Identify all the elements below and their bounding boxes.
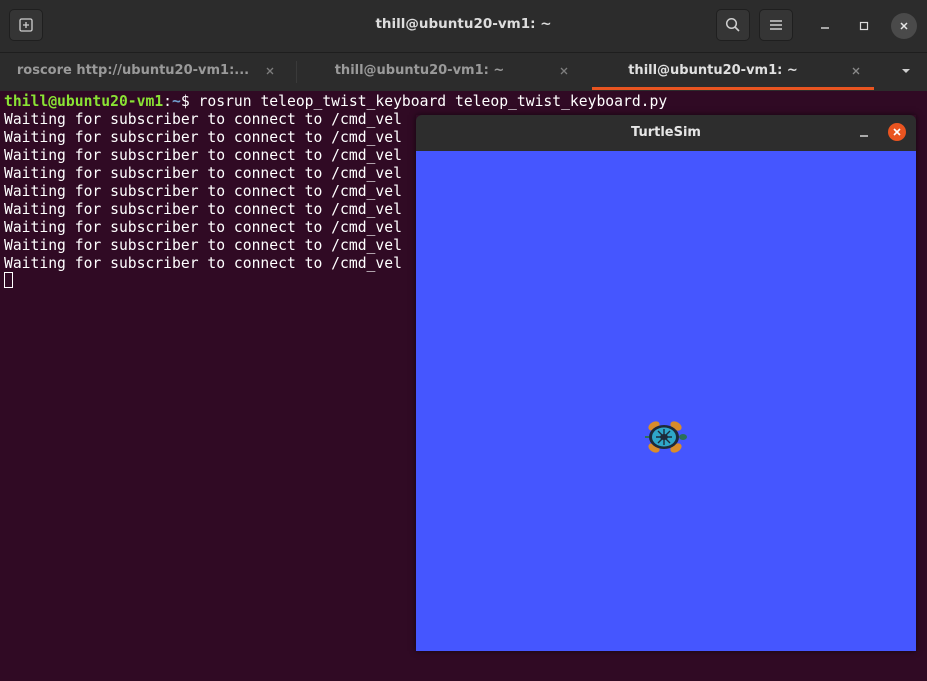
search-button[interactable]: [716, 9, 750, 41]
output-line: Waiting for subscriber to connect to /cm…: [4, 111, 402, 128]
tab-close-icon[interactable]: [556, 63, 572, 79]
output-line: Waiting for subscriber to connect to /cm…: [4, 201, 402, 218]
tab-bar: roscore http://ubuntu20-vm1:... thill@ub…: [0, 53, 927, 91]
tab-terminal-3[interactable]: thill@ubuntu20-vm1: ~: [592, 53, 874, 89]
prompt-user: thill@ubuntu20-vm1: [4, 93, 164, 110]
prompt-separator: :: [163, 93, 173, 110]
turtlesim-close-button[interactable]: [888, 123, 906, 141]
prompt-symbol: $: [180, 93, 199, 110]
command-text: rosrun teleop_twist_keyboard teleop_twis…: [198, 93, 668, 110]
tab-label: thill@ubuntu20-vm1: ~: [628, 63, 798, 78]
tab-close-icon[interactable]: [848, 63, 864, 79]
minimize-icon[interactable]: [856, 125, 872, 141]
close-button[interactable]: [891, 13, 917, 39]
close-icon: [900, 22, 908, 30]
tab-roscore[interactable]: roscore http://ubuntu20-vm1:...: [0, 53, 296, 89]
tab-terminal-2[interactable]: thill@ubuntu20-vm1: ~: [297, 53, 592, 89]
turtlesim-window: TurtleSim: [416, 115, 916, 651]
output-line: Waiting for subscriber to connect to /cm…: [4, 219, 402, 236]
tab-close-icon[interactable]: [262, 63, 278, 79]
output-line: Waiting for subscriber to connect to /cm…: [4, 183, 402, 200]
turtle-icon: [645, 421, 687, 453]
output-line: Waiting for subscriber to connect to /cm…: [4, 129, 402, 146]
turtlesim-canvas: [416, 151, 916, 651]
turtlesim-titlebar[interactable]: TurtleSim: [416, 115, 916, 151]
tab-label: thill@ubuntu20-vm1: ~: [334, 63, 505, 78]
maximize-icon: [859, 21, 869, 31]
terminal-headerbar: thill@ubuntu20-vm1: ~: [0, 0, 927, 53]
menu-button[interactable]: [759, 9, 793, 41]
desktop: thill@ubuntu20-vm1: ~ roscore http://ubu…: [0, 0, 927, 681]
output-line: Waiting for subscriber to connect to /cm…: [4, 165, 402, 182]
minimize-icon: [821, 27, 829, 29]
minimize-button[interactable]: [812, 13, 838, 39]
search-icon: [725, 17, 740, 32]
command-line: thill@ubuntu20-vm1:~$ rosrun teleop_twis…: [4, 93, 667, 111]
hamburger-menu-icon: [770, 20, 782, 30]
output-line: Waiting for subscriber to connect to /cm…: [4, 237, 402, 254]
tab-label: roscore http://ubuntu20-vm1:...: [16, 63, 250, 78]
output-line: Waiting for subscriber to connect to /cm…: [4, 147, 402, 164]
chevron-down-icon[interactable]: [896, 61, 916, 81]
active-tab-indicator: [592, 87, 874, 90]
turtlesim-title: TurtleSim: [631, 125, 701, 140]
maximize-button[interactable]: [851, 13, 877, 39]
terminal-cursor: [4, 272, 13, 288]
close-icon: [893, 128, 901, 136]
output-line: Waiting for subscriber to connect to /cm…: [4, 255, 402, 272]
prompt-path: ~: [172, 93, 181, 110]
